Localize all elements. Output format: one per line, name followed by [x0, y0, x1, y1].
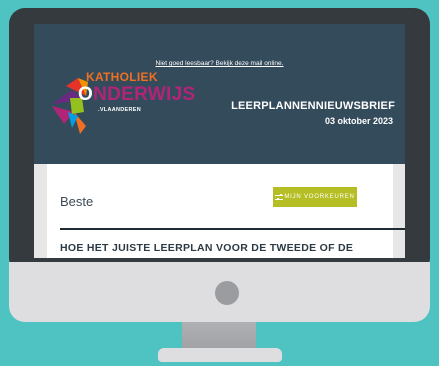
logo-word-onderwijs: ONDERWIJS [78, 84, 195, 106]
monitor-stand [182, 322, 256, 350]
article-title[interactable]: HOE HET JUISTE LEERPLAN VOOR DE TWEEDE O… [60, 242, 353, 254]
email-header: Niet goed leesbaar? Bekijk deze mail onl… [34, 24, 405, 164]
katholiek-onderwijs-logo[interactable]: KATHOLIEK ONDERWIJS .VLAANDEREN [44, 68, 195, 142]
my-preferences-button[interactable]: MIJN VOORKEUREN [273, 187, 357, 207]
logo-word-katholiek: KATHOLIEK [86, 70, 158, 84]
monitor-chin [9, 262, 430, 322]
power-button [215, 281, 239, 305]
my-preferences-label: MIJN VOORKEUREN [284, 194, 355, 200]
screen: Niet goed leesbaar? Bekijk deze mail onl… [34, 24, 405, 258]
logo-word-vlaanderen: .VLAANDEREN [98, 107, 142, 113]
logo-letter-o: O [78, 84, 94, 105]
logo-word-nderwijs: NDERWIJS [93, 84, 196, 105]
greeting: Beste [60, 194, 94, 209]
sliders-icon [275, 193, 284, 201]
divider [60, 228, 405, 230]
view-online-link[interactable]: Niet goed leesbaar? Bekijk deze mail onl… [34, 60, 405, 67]
monitor: Niet goed leesbaar? Bekijk deze mail onl… [9, 8, 430, 274]
monitor-base [158, 348, 282, 362]
email-content: Beste MIJN VOORKEUREN HOE HET JUISTE LEE… [47, 164, 405, 258]
newsletter-date: 03 oktober 2023 [324, 116, 393, 126]
newsletter-title: LEERPLANNENNIEUWSBRIEF [231, 100, 395, 112]
